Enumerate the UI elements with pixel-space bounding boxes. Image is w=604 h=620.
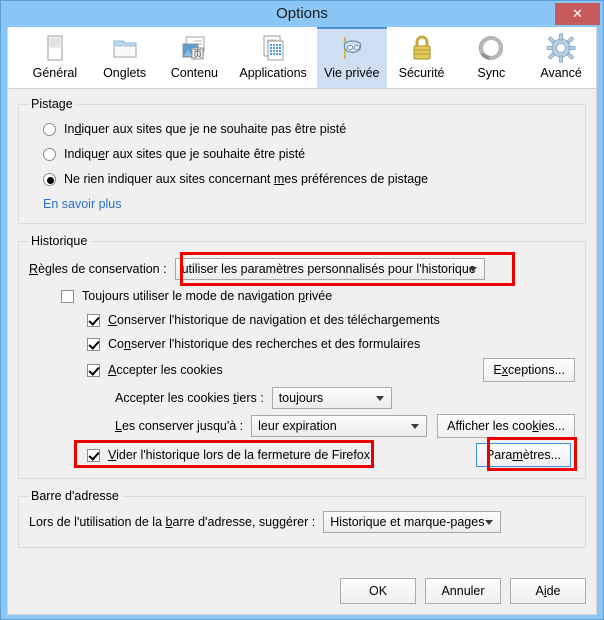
tab-label: Sécurité xyxy=(398,66,445,80)
tab-label: Applications xyxy=(239,66,307,80)
sync-icon xyxy=(475,32,507,64)
chevron-down-icon xyxy=(468,266,477,272)
keep-until-value: leur expiration xyxy=(258,419,337,433)
general-icon xyxy=(39,32,71,64)
checkbox-label[interactable]: Vider l'historique lors de la fermeture … xyxy=(108,448,370,462)
tab-label: Onglets xyxy=(103,66,147,80)
checkbox-icon xyxy=(87,337,100,351)
checkbox-label: Conserver l'historique des recherches et… xyxy=(108,337,421,351)
tab-contenu[interactable]: 页 Contenu xyxy=(160,27,230,88)
group-historique: Historique Règles de conservation : util… xyxy=(18,234,586,479)
tab-onglets[interactable]: Onglets xyxy=(90,27,160,88)
chevron-down-icon xyxy=(411,423,420,429)
cancel-button[interactable]: Annuler xyxy=(425,578,501,604)
row-keep-until: Les conserver jusqu'à : leur expiration … xyxy=(115,412,575,440)
tab-avance[interactable]: Avancé xyxy=(526,27,596,88)
svg-text:页: 页 xyxy=(193,49,202,60)
tab-strip: Général Onglets 页 Contenu Applications V… xyxy=(8,27,596,89)
retention-rules-label: Règles de conservation : xyxy=(29,262,167,276)
row-retention-rules: Règles de conservation : utiliser les pa… xyxy=(29,252,575,286)
tab-label: Vie privée xyxy=(324,66,380,80)
tab-vie-privee[interactable]: Vie privée xyxy=(316,27,387,88)
dialog-footer: OK Annuler Aide xyxy=(340,578,586,604)
dialog-body: Général Onglets 页 Contenu Applications V… xyxy=(7,27,597,615)
retention-rules-value: utiliser les paramètres personnalisés po… xyxy=(181,262,476,276)
tab-label: Contenu xyxy=(170,66,218,80)
chevron-down-icon xyxy=(375,395,384,401)
options-dialog-window: Options ✕ Général Onglets 页 Contenu Appl… xyxy=(0,0,604,620)
padlock-icon xyxy=(406,32,438,64)
group-legend-pistage: Pistage xyxy=(31,97,73,111)
checkbox-label[interactable]: Accepter les cookies xyxy=(108,363,223,377)
radio-icon xyxy=(43,122,56,136)
checkbox-icon xyxy=(87,313,100,327)
radio-allow-track[interactable]: Indiquer aux sites que je souhaite être … xyxy=(43,143,575,165)
show-cookies-button[interactable]: Afficher les cookies... xyxy=(437,414,575,438)
tab-general[interactable]: Général xyxy=(20,27,90,88)
suggest-value: Historique et marque-pages xyxy=(330,515,485,529)
tabs-icon xyxy=(109,32,141,64)
checkbox-icon xyxy=(61,289,74,303)
content-icon: 页 xyxy=(178,32,210,64)
checkbox-icon[interactable] xyxy=(87,448,100,462)
gear-icon xyxy=(545,32,577,64)
tab-label: Général xyxy=(32,66,78,80)
tab-sync[interactable]: Sync xyxy=(456,27,526,88)
checkbox-always-private[interactable]: Toujours utiliser le mode de navigation … xyxy=(61,284,575,308)
row-third-party-cookies: Accepter les cookies tiers : toujours xyxy=(115,384,575,412)
tab-applications[interactable]: Applications xyxy=(229,27,317,88)
group-legend-barre-adresse: Barre d'adresse xyxy=(31,489,119,503)
checkbox-keep-browsing-history[interactable]: Conserver l'historique de navigation et … xyxy=(87,308,575,332)
group-barre-adresse: Barre d'adresse Lors de l'utilisation de… xyxy=(18,489,586,548)
window-title: Options xyxy=(276,5,328,22)
row-accept-cookies: Accepter les cookies Exceptions... xyxy=(87,356,575,384)
title-bar: Options ✕ xyxy=(1,1,603,27)
checkbox-label: Toujours utiliser le mode de navigation … xyxy=(82,289,333,303)
exceptions-button[interactable]: Exceptions... xyxy=(483,358,575,382)
options-content: Pistage Indiquer aux sites que je ne sou… xyxy=(8,89,596,548)
radio-label: Indiquer aux sites que je souhaite être … xyxy=(64,147,306,161)
learn-more-link[interactable]: En savoir plus xyxy=(43,197,122,211)
checkbox-keep-search-history[interactable]: Conserver l'historique des recherches et… xyxy=(87,332,575,356)
settings-button[interactable]: Paramètres... xyxy=(475,443,571,467)
third-party-cookies-value: toujours xyxy=(278,391,324,405)
suggest-select[interactable]: Historique et marque-pages xyxy=(323,511,502,533)
third-party-cookies-label: Accepter les cookies tiers : xyxy=(115,391,264,405)
checkbox-icon xyxy=(87,363,100,377)
radio-label: Indiquer aux sites que je ne souhaite pa… xyxy=(64,122,347,136)
keep-until-label: Les conserver jusqu'à : xyxy=(115,419,244,433)
applications-icon xyxy=(257,32,289,64)
retention-rules-select[interactable]: utiliser les paramètres personnalisés po… xyxy=(174,258,485,280)
third-party-cookies-select[interactable]: toujours xyxy=(271,387,392,409)
row-clear-on-close: Vider l'historique lors de la fermeture … xyxy=(74,437,577,471)
tab-label: Avancé xyxy=(540,66,582,80)
keep-until-select[interactable]: leur expiration xyxy=(251,415,428,437)
radio-do-not-track[interactable]: Indiquer aux sites que je ne souhaite pa… xyxy=(43,118,575,140)
ok-button[interactable]: OK xyxy=(340,578,416,604)
radio-icon xyxy=(43,147,56,161)
checkbox-label: Conserver l'historique de navigation et … xyxy=(108,313,440,327)
privacy-mask-icon xyxy=(336,32,368,64)
suggest-label: Lors de l'utilisation de la barre d'adre… xyxy=(29,515,316,529)
radio-no-preference[interactable]: Ne rien indiquer aux sites concernant me… xyxy=(43,168,575,190)
row-suggest: Lors de l'utilisation de la barre d'adre… xyxy=(29,507,575,537)
help-button[interactable]: Aide xyxy=(510,578,586,604)
group-legend-historique: Historique xyxy=(31,234,88,248)
tab-label: Sync xyxy=(477,66,506,80)
group-pistage: Pistage Indiquer aux sites que je ne sou… xyxy=(18,97,586,224)
close-icon[interactable]: ✕ xyxy=(555,3,600,25)
tab-securite[interactable]: Sécurité xyxy=(387,27,457,88)
radio-icon xyxy=(43,172,56,186)
radio-label: Ne rien indiquer aux sites concernant me… xyxy=(64,172,429,186)
chevron-down-icon xyxy=(485,519,494,525)
